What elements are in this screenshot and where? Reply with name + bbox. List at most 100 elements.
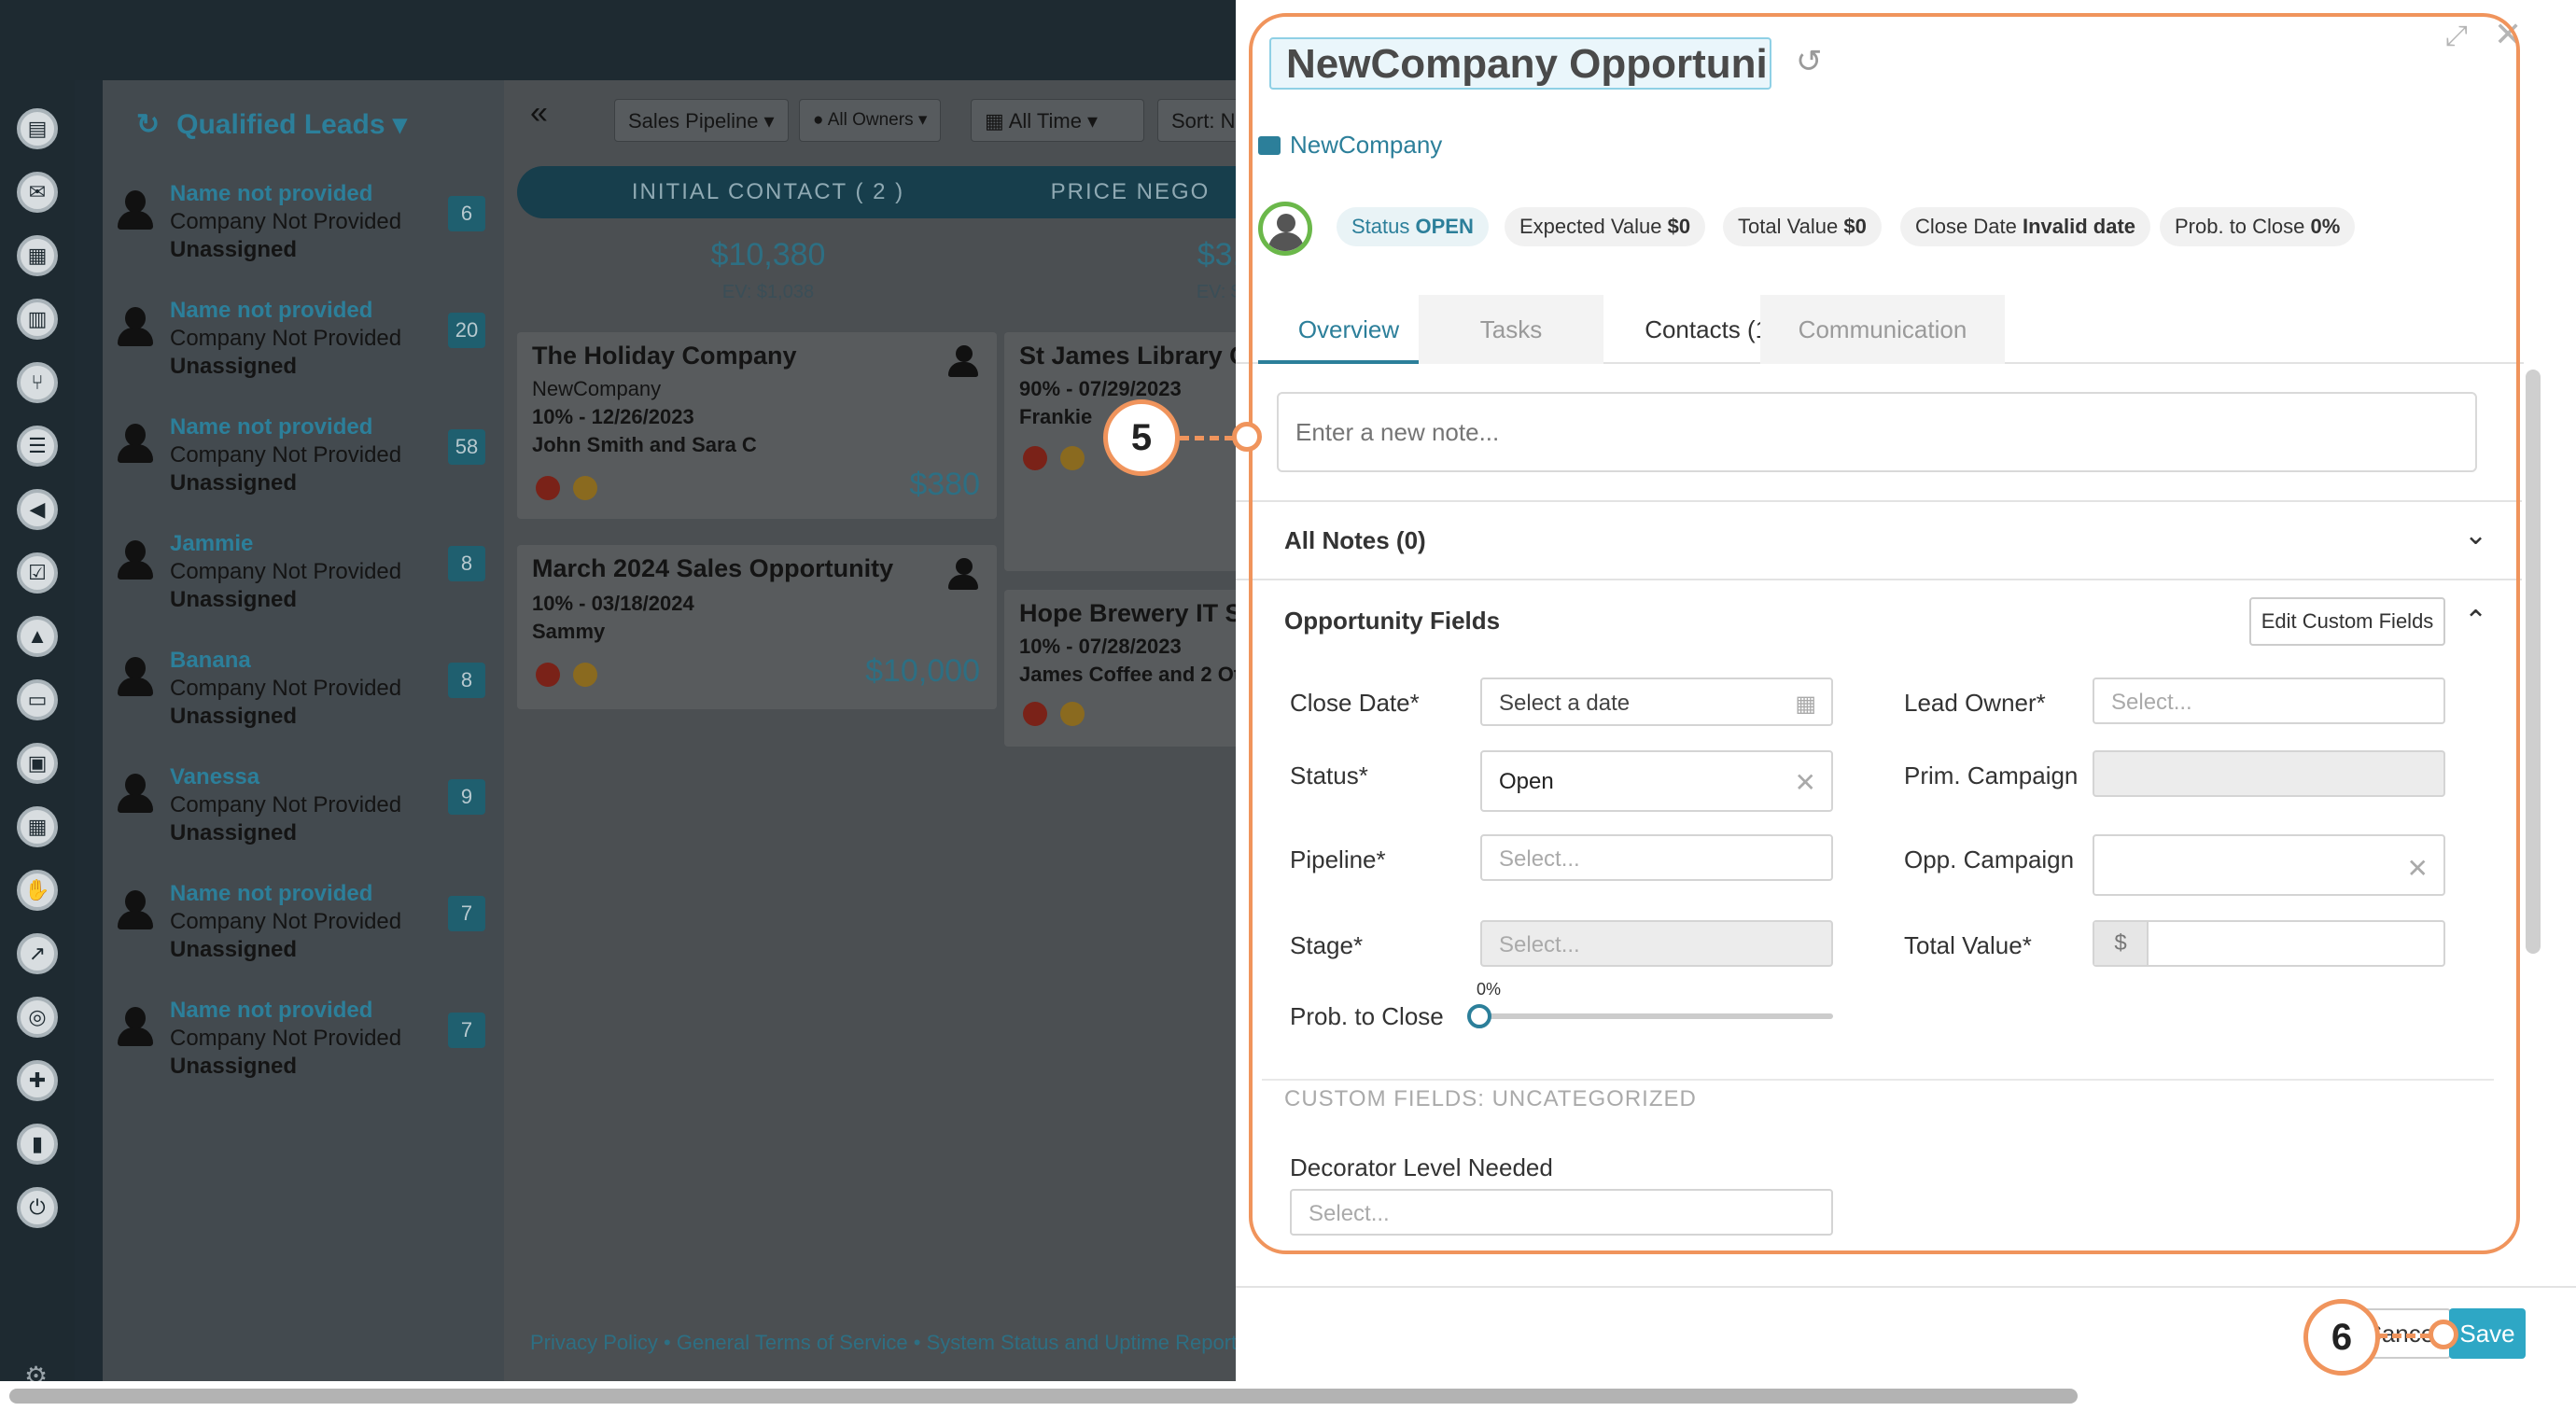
owners-filter[interactable]: ● All Owners ▾ xyxy=(799,99,942,142)
currency-prefix: $ xyxy=(2094,922,2149,965)
opportunity-title-input[interactable]: NewCompany Opportuni xyxy=(1269,37,1771,90)
tv-icon[interactable]: ▭ xyxy=(17,679,58,720)
lead-owner: Unassigned xyxy=(170,470,298,496)
image-icon[interactable]: ▣ xyxy=(17,743,58,784)
lead-company: Company Not Provided xyxy=(170,792,402,817)
tab-tasks[interactable]: Tasks xyxy=(1419,295,1603,364)
lead-count-badge: 20 xyxy=(448,313,485,348)
headset-icon[interactable]: ◎ xyxy=(17,997,58,1038)
prob-close-slider-handle[interactable] xyxy=(1467,1004,1491,1028)
lead-item[interactable]: Name not provided Company Not Provided Una… xyxy=(103,990,504,1102)
opportunity-card[interactable]: Hope Brewery IT Sy 10% - 07/28/2023 Jame… xyxy=(1004,590,1241,747)
tab-overview[interactable]: Overview xyxy=(1258,295,1439,364)
calendar-icon[interactable]: ▦ xyxy=(17,806,58,847)
stage-ev: EV: $ xyxy=(1196,282,1241,302)
stage-header-price-negotiation: PRICE NEGO xyxy=(1019,166,1241,218)
opp-campaign-field[interactable]: ✕ xyxy=(2093,834,2445,896)
plug-icon[interactable]: ⏻ xyxy=(17,1187,58,1228)
save-button[interactable]: Save xyxy=(2449,1308,2526,1359)
chevron-up-icon[interactable]: ⌃ xyxy=(2464,605,2487,637)
undo-icon[interactable]: ↺ xyxy=(1796,43,1823,80)
lead-item[interactable]: Vanessa Company Not Provided Unassigned 9 xyxy=(103,757,504,869)
lead-count-badge: 7 xyxy=(448,1013,485,1048)
decorator-field[interactable]: Select... xyxy=(1290,1189,1833,1236)
owner-avatar[interactable] xyxy=(1258,202,1312,256)
new-note-input[interactable] xyxy=(1277,392,2477,472)
modal-scrollbar[interactable] xyxy=(2526,370,2541,954)
opportunity-card[interactable]: The Holiday Company NewCompany 10% - 12/… xyxy=(517,332,997,519)
mail-icon[interactable]: ✉ xyxy=(17,172,58,213)
lead-company: Company Not Provided xyxy=(170,326,402,351)
time-filter[interactable]: ▦ All Time ▾ xyxy=(971,99,1144,142)
clipboard-icon[interactable]: ▦ xyxy=(17,235,58,276)
prob-close-slider[interactable] xyxy=(1484,1013,1833,1019)
lead-company: Company Not Provided xyxy=(170,1026,402,1051)
opportunity-fields-header: Opportunity Fields xyxy=(1284,607,1501,635)
collapse-icon[interactable]: « xyxy=(530,95,548,132)
lead-item[interactable]: Name not provided Company Not Provided Una… xyxy=(103,290,504,402)
company-link[interactable]: NewCompany xyxy=(1258,131,1442,160)
stage-sum: $3, xyxy=(1197,237,1241,272)
pin-icon xyxy=(1023,702,1047,726)
close-icon[interactable]: ✕ xyxy=(2494,15,2522,54)
contacts-icon[interactable]: ▤ xyxy=(17,108,58,149)
handshake-icon[interactable]: ✋ xyxy=(17,870,58,911)
lead-owner: Unassigned xyxy=(170,937,298,962)
close-date-field[interactable]: Select a date ▦ xyxy=(1480,678,1833,726)
horizontal-scrollbar[interactable] xyxy=(0,1381,2576,1411)
survey-icon[interactable]: ☑ xyxy=(17,552,58,594)
chart-line-icon[interactable]: ↗ xyxy=(17,933,58,974)
card-contacts: Frankie xyxy=(1019,405,1093,428)
lead-item[interactable]: Banana Company Not Provided Unassigned 8 xyxy=(103,640,504,752)
pipeline-label: Pipeline* xyxy=(1290,845,1386,873)
lead-item[interactable]: Jammie Company Not Provided Unassigned 8 xyxy=(103,524,504,636)
lead-item[interactable]: Name not provided Company Not Provided Una… xyxy=(103,407,504,519)
list-icon[interactable]: ☰ xyxy=(17,426,58,467)
bar-chart-icon[interactable]: ▮ xyxy=(17,1124,58,1165)
lead-owner-field[interactable]: Select... xyxy=(2093,678,2445,724)
thumbs-up-icon[interactable]: ▲ xyxy=(17,616,58,657)
sort-filter[interactable]: Sort: N xyxy=(1157,99,1241,142)
stage-field[interactable]: Select... xyxy=(1480,920,1833,967)
lead-item[interactable]: Name not provided Company Not Provided Una… xyxy=(103,873,504,985)
megaphone-icon[interactable]: ◀ xyxy=(17,489,58,530)
card-probability-date: 10% - 12/26/2023 xyxy=(532,405,694,428)
person-icon xyxy=(116,424,153,465)
lead-count-badge: 7 xyxy=(448,896,485,931)
stage-label: Stage* xyxy=(1290,931,1364,959)
card-title: St James Library Co xyxy=(1019,342,1241,370)
clear-icon[interactable]: ✕ xyxy=(2407,853,2429,884)
status-label: Status* xyxy=(1290,761,1368,789)
expand-icon[interactable]: ⤢ xyxy=(2445,21,2468,52)
lead-owner: Unassigned xyxy=(170,237,298,262)
refresh-icon[interactable]: ↻ xyxy=(136,108,160,141)
opportunity-card[interactable]: March 2024 Sales Opportunity 10% - 03/18… xyxy=(517,545,997,709)
card-company: NewCompany xyxy=(532,377,662,400)
add-user-icon[interactable]: ✚ xyxy=(17,1060,58,1101)
scrollbar-thumb[interactable] xyxy=(9,1389,2078,1404)
section-divider xyxy=(1236,579,2522,580)
calendar-icon: ▦ xyxy=(1795,692,1816,717)
tab-communication[interactable]: Communication xyxy=(1760,295,2005,364)
clear-icon[interactable]: ✕ xyxy=(1795,767,1816,798)
map-icon[interactable]: ▥ xyxy=(17,299,58,340)
pipeline-field[interactable]: Select... xyxy=(1480,834,1833,881)
total-value-field[interactable]: $ xyxy=(2093,920,2445,967)
status-field[interactable]: Open ✕ xyxy=(1480,750,1833,812)
stage-sum: $10,380 xyxy=(710,237,826,272)
lead-owner: Unassigned xyxy=(170,820,298,845)
prob-close-label: Prob. to Close xyxy=(1290,1002,1444,1030)
lead-item[interactable]: Name not provided Company Not Provided Una… xyxy=(103,174,504,286)
chevron-down-icon[interactable]: ⌄ xyxy=(2464,519,2487,552)
pipeline-icon[interactable]: ⑂ xyxy=(17,362,58,403)
pipeline-filter[interactable]: Sales Pipeline ▾ xyxy=(614,99,789,142)
edit-custom-fields-button[interactable]: Edit Custom Fields xyxy=(2249,597,2445,646)
clock-icon xyxy=(573,476,597,500)
all-notes-header[interactable]: All Notes (0) xyxy=(1284,526,1426,555)
total-value-label: Total Value* xyxy=(1904,931,2032,959)
leads-title[interactable]: ↻ Qualified Leads ▾ xyxy=(136,108,407,141)
stage-ev: EV: $1,038 xyxy=(721,282,815,302)
marker-connector xyxy=(1180,436,1234,440)
footer-links[interactable]: Privacy Policy • General Terms of Servic… xyxy=(530,1331,1237,1355)
lead-name: Name not provided xyxy=(170,998,373,1023)
